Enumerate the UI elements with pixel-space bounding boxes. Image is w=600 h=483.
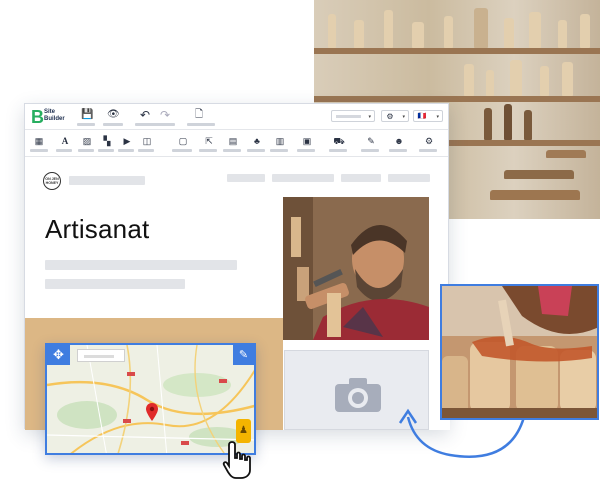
save-icon[interactable]: 💾 (81, 110, 93, 120)
video-widget-icon[interactable]: ▶ (121, 137, 133, 146)
text-widget-icon[interactable]: A (59, 137, 71, 146)
button-widget-icon[interactable]: ▢ (177, 137, 189, 146)
preview-label-placeholder (103, 123, 123, 126)
settings-select[interactable]: ⚙ ▾ (381, 110, 409, 122)
widget-label-placeholder (270, 149, 288, 152)
widget-label-placeholder (199, 149, 217, 152)
nav-link-4-placeholder[interactable] (388, 174, 430, 182)
nav-link-3-placeholder[interactable] (341, 174, 381, 182)
layout-widget-icon[interactable]: ▦ (33, 137, 45, 146)
widget-label-placeholder (30, 149, 48, 152)
preview-icon[interactable]: 👁 (107, 110, 120, 120)
page-select[interactable]: ▾ (331, 110, 375, 122)
artisan-photo[interactable] (283, 197, 429, 340)
hero-text-line-2 (45, 279, 185, 289)
site-name-placeholder (69, 176, 145, 185)
sitemap-widget-icon[interactable]: ♣ (251, 137, 263, 146)
logo-text-line1: Site (44, 109, 56, 115)
page-label-placeholder (187, 123, 215, 126)
nav-link-1-placeholder[interactable] (227, 174, 265, 182)
flag-icon: 🇫🇷 (417, 113, 427, 120)
widget-label-placeholder (172, 149, 192, 152)
widget-label-placeholder (118, 149, 134, 152)
widget-label-placeholder (78, 149, 94, 152)
map-widget-icon[interactable]: ◫ (141, 137, 153, 146)
form-widget-icon[interactable]: ▤ (227, 137, 239, 146)
artisan-illustration (283, 197, 429, 340)
advanced-settings-icon[interactable]: ⚙ (423, 137, 435, 146)
grid-widget-icon[interactable]: ▚ (101, 137, 113, 146)
widget-label-placeholder (56, 149, 72, 152)
widget-label-placeholder (98, 149, 114, 152)
redo-icon[interactable]: ↷ (159, 109, 171, 121)
widgets-toolbar: ▦ A ▨ ▚ ▶ ◫ ▢ ⇱ ▤ ♣ ▥ ▣ ⛟ ✎ ☻ ⚙ (25, 131, 448, 157)
cart-widget-icon[interactable]: ⛟ (333, 137, 345, 146)
camera-icon (335, 378, 381, 412)
logo-text-line2: Builder (44, 116, 65, 122)
stage: B Site Builder 💾 👁 ↶ ↷ 🗋 ▾ ⚙ ▾ 🇫🇷 ▾ ▦ A … (0, 0, 600, 483)
edit-widget-pencil-icon[interactable]: ✎ (233, 345, 254, 365)
widget-label-placeholder (297, 149, 315, 152)
settings-icon: ⚙ (386, 112, 394, 121)
hero-text-line-1 (45, 260, 237, 270)
widget-label-placeholder (361, 149, 379, 152)
move-handle-icon[interactable]: ✥ (47, 345, 70, 365)
widget-label-placeholder (223, 149, 241, 152)
users-widget-icon[interactable]: ☻ (393, 137, 405, 146)
site-builder-logo: B Site Builder (31, 107, 75, 128)
map-search-box[interactable] (77, 349, 125, 362)
image-widget-icon[interactable]: ▨ (81, 137, 93, 146)
page-icon[interactable]: 🗋 (193, 110, 205, 120)
page-brand-logo[interactable]: ON JEN HONEY (43, 172, 61, 190)
hand-cursor-icon (222, 441, 251, 479)
carving-illustration (442, 286, 597, 418)
nav-link-2-placeholder[interactable] (272, 174, 334, 182)
widget-label-placeholder (247, 149, 265, 152)
logo-mark: B (31, 107, 44, 127)
language-select[interactable]: 🇫🇷 ▾ (413, 110, 443, 122)
gallery-widget-icon[interactable]: ▣ (301, 137, 313, 146)
widget-label-placeholder (389, 149, 407, 152)
widget-label-placeholder (419, 149, 437, 152)
widget-label-placeholder (138, 149, 154, 152)
widget-label-placeholder (329, 149, 347, 152)
share-widget-icon[interactable]: ⇱ (203, 137, 215, 146)
undo-icon[interactable]: ↶ (139, 109, 151, 121)
map-pin-icon[interactable] (146, 403, 158, 421)
edit-widget-icon[interactable]: ✎ (365, 137, 377, 146)
hero-title[interactable]: Artisanat (45, 214, 149, 245)
save-label-placeholder (77, 123, 95, 126)
top-toolbar: B Site Builder 💾 👁 ↶ ↷ 🗋 ▾ ⚙ ▾ 🇫🇷 ▾ (25, 104, 448, 130)
wood-carving-photo[interactable] (440, 284, 599, 420)
map-widget-card[interactable]: ✥ ✎ ♟ (45, 343, 256, 455)
history-label-placeholder (135, 123, 175, 126)
document-widget-icon[interactable]: ▥ (274, 137, 286, 146)
